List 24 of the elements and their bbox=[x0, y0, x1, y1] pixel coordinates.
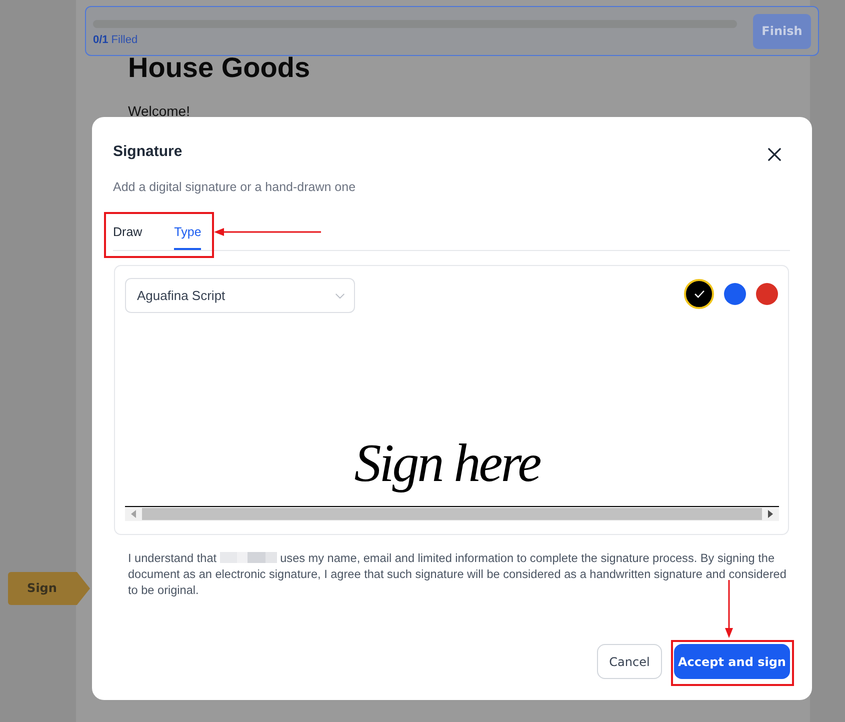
document-title: House Goods bbox=[128, 52, 312, 84]
tab[interactable]: Draw bbox=[113, 216, 142, 250]
color-swatch[interactable] bbox=[724, 283, 746, 305]
dialog-subtitle: Add a digital signature or a hand-drawn one bbox=[113, 179, 357, 196]
tab[interactable]: Type bbox=[174, 216, 202, 250]
color-swatch[interactable] bbox=[756, 283, 778, 305]
color-swatch[interactable] bbox=[684, 279, 714, 309]
chevron-down-icon bbox=[335, 292, 345, 298]
horizontal-scrollbar[interactable] bbox=[125, 507, 779, 521]
signature-preview[interactable]: Sign here bbox=[354, 428, 540, 498]
font-select[interactable]: Aguafina Script bbox=[125, 278, 355, 313]
redacted-name bbox=[220, 552, 277, 563]
filled-count: 0/1 bbox=[93, 32, 108, 46]
close-icon[interactable] bbox=[768, 148, 781, 160]
dialog-title: Signature bbox=[113, 142, 182, 162]
accept-button[interactable]: Accept and sign bbox=[674, 644, 790, 679]
scrollbar-thumb[interactable] bbox=[142, 508, 762, 520]
cancel-button[interactable]: Cancel bbox=[597, 644, 662, 679]
consent-text: I understand that uses my name, email and limited information to complete the signature process. By signing the document as an electronic signature, I agree that such signature will be considered as a handwritten signature and considered to be original. bbox=[128, 550, 788, 598]
document-greeting: Welcome! bbox=[128, 102, 191, 120]
annotation-arrow bbox=[724, 580, 734, 638]
scroll-right-icon[interactable] bbox=[768, 510, 773, 518]
check-icon bbox=[694, 290, 704, 298]
filled-label: Filled bbox=[111, 32, 138, 46]
